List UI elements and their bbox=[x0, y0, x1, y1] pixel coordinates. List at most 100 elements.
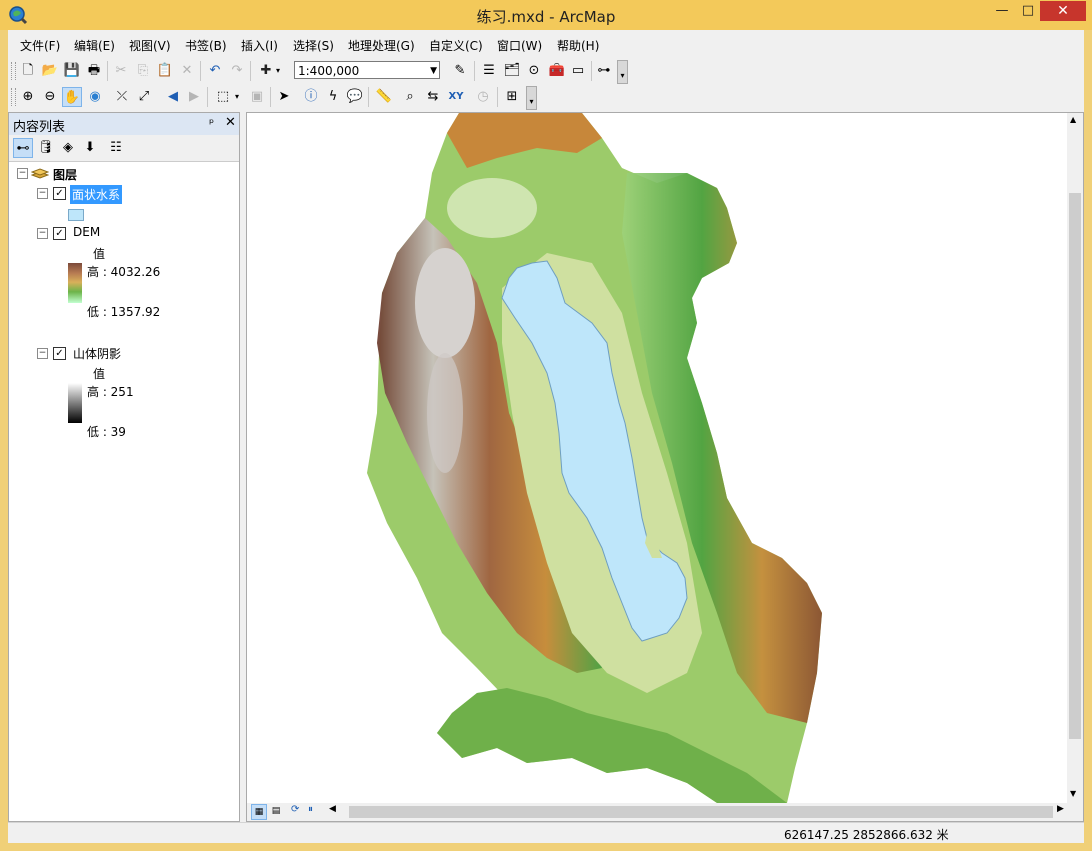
pin-icon[interactable]: ᵖ bbox=[209, 116, 214, 130]
pause-drawing-icon[interactable]: ⏸ bbox=[308, 804, 313, 815]
dem-color-ramp bbox=[68, 263, 82, 303]
open-folder-icon[interactable]: 📂 bbox=[40, 61, 60, 81]
dem-high-label: 高 : 4032.26 bbox=[87, 265, 161, 279]
select-elements-pointer-icon[interactable]: ➤ bbox=[274, 87, 294, 107]
dem-legend-title: 值 bbox=[93, 247, 106, 261]
save-icon[interactable]: 💾 bbox=[62, 61, 82, 81]
vertical-scroll-thumb[interactable] bbox=[1069, 193, 1081, 739]
html-popup-icon[interactable]: 💬 bbox=[345, 87, 365, 107]
collapse-layers-icon[interactable]: − bbox=[17, 168, 28, 179]
list-by-selection-icon[interactable]: ⬇ bbox=[80, 138, 100, 158]
go-to-xy-icon[interactable]: XY bbox=[446, 87, 466, 107]
list-by-visibility-icon[interactable]: ◈ bbox=[58, 138, 78, 158]
delete-icon[interactable]: ✕ bbox=[177, 61, 197, 81]
collapse-layer-icon[interactable]: − bbox=[37, 228, 48, 239]
toolbar-separator bbox=[250, 61, 251, 81]
python-window-icon[interactable]: ▭ bbox=[568, 61, 588, 81]
menu-edit[interactable]: 编辑(E) bbox=[74, 37, 115, 54]
toolbar-overflow-icon[interactable]: ▾ bbox=[617, 60, 628, 84]
select-features-dropdown-icon[interactable]: ▾ bbox=[232, 87, 242, 107]
layers-stack-icon bbox=[30, 166, 50, 180]
menu-file[interactable]: 文件(F) bbox=[20, 37, 60, 54]
application-client-area: 文件(F) 编辑(E) 视图(V) 书签(B) 插入(I) 选择(S) 地理处理… bbox=[8, 30, 1084, 843]
map-canvas[interactable] bbox=[247, 113, 1067, 803]
menu-windows[interactable]: 窗口(W) bbox=[497, 37, 542, 54]
map-display[interactable]: ▲ ▼ ▦ ▤ ⟳ ⏸ ◀ ▶ bbox=[246, 112, 1084, 822]
data-view-icon[interactable]: ▦ bbox=[251, 804, 267, 820]
toolbar-grip[interactable] bbox=[11, 62, 16, 80]
tools-toolbar: ⊕ ⊖ ✋ ◉ ⤫ ⤢ ◀ ▶ ⬚ ▾ ▣ ➤ ⓘ ϟ 💬 📏 ⌕ ⇆ XY ◷… bbox=[8, 84, 538, 110]
toolbar-separator bbox=[200, 61, 201, 81]
table-of-contents-window-icon[interactable]: ☰ bbox=[479, 61, 499, 81]
close-button[interactable]: ✕ bbox=[1040, 1, 1086, 21]
find-binoculars-icon[interactable]: ⌕ bbox=[400, 87, 420, 107]
vertical-scrollbar[interactable]: ▲ ▼ bbox=[1067, 113, 1083, 803]
layer-visibility-checkbox[interactable]: ✓ bbox=[53, 347, 66, 360]
menu-insert[interactable]: 插入(I) bbox=[241, 37, 278, 54]
hillshade-legend-title: 值 bbox=[93, 367, 106, 381]
create-viewer-window-icon[interactable]: ⊞ bbox=[502, 87, 522, 107]
print-icon[interactable]: 🖶 bbox=[84, 61, 104, 81]
editor-toolbar-icon[interactable]: ✎ bbox=[450, 61, 470, 81]
catalog-window-icon[interactable]: 🗂 bbox=[502, 61, 522, 81]
hyperlink-lightning-icon[interactable]: ϟ bbox=[323, 87, 343, 107]
select-features-icon[interactable]: ⬚ bbox=[213, 87, 233, 107]
layer-name-water[interactable]: 面状水系 bbox=[70, 185, 123, 204]
new-document-icon[interactable]: 🗋 bbox=[18, 61, 38, 81]
search-window-icon[interactable]: ⊙ bbox=[524, 61, 544, 81]
toc-options-icon[interactable]: ☷ bbox=[106, 138, 126, 158]
layer-name-hillshade[interactable]: 山体阴影 bbox=[73, 345, 121, 362]
list-by-drawing-order-icon[interactable]: ⊷ bbox=[13, 138, 33, 158]
fixed-zoom-out-icon[interactable]: ⤢ bbox=[134, 87, 154, 107]
clear-selection-icon[interactable]: ▣ bbox=[247, 87, 267, 107]
forward-arrow-icon[interactable]: ▶ bbox=[184, 87, 204, 107]
menu-bookmarks[interactable]: 书签(B) bbox=[185, 37, 227, 54]
layer-visibility-checkbox[interactable]: ✓ bbox=[53, 187, 66, 200]
toc-close-icon[interactable]: ✕ bbox=[225, 115, 236, 130]
cut-icon[interactable]: ✂ bbox=[111, 61, 131, 81]
measure-ruler-icon[interactable]: 📏 bbox=[374, 87, 394, 107]
toolbar-separator bbox=[107, 61, 108, 81]
paste-icon[interactable]: 📋 bbox=[155, 61, 175, 81]
horizontal-scroll-thumb[interactable] bbox=[349, 806, 1053, 818]
add-data-dropdown-icon[interactable]: ▾ bbox=[273, 61, 283, 81]
layer-name-dem[interactable]: DEM bbox=[73, 225, 100, 239]
time-slider-icon[interactable]: ◷ bbox=[473, 87, 493, 107]
coordinate-readout: 626147.25 2852866.632 米 bbox=[784, 828, 949, 842]
zoom-in-icon[interactable]: ⊕ bbox=[18, 87, 38, 107]
menu-selection[interactable]: 选择(S) bbox=[293, 37, 334, 54]
full-extent-globe-icon[interactable]: ◉ bbox=[85, 87, 105, 107]
menu-geoprocessing[interactable]: 地理处理(G) bbox=[348, 37, 415, 54]
map-scale-value: 1:400,000 bbox=[298, 64, 360, 78]
menu-view[interactable]: 视图(V) bbox=[129, 37, 171, 54]
copy-icon[interactable]: ⎘ bbox=[133, 61, 153, 81]
model-builder-icon[interactable]: ⊶ bbox=[594, 61, 614, 81]
find-route-icon[interactable]: ⇆ bbox=[423, 87, 443, 107]
scroll-down-icon[interactable]: ▼ bbox=[1070, 789, 1076, 798]
arctoolbox-icon[interactable]: 🧰 bbox=[547, 61, 567, 81]
redo-icon[interactable]: ↷ bbox=[227, 61, 247, 81]
pan-hand-icon[interactable]: ✋ bbox=[62, 87, 82, 107]
undo-icon[interactable]: ↶ bbox=[205, 61, 225, 81]
ridge-highlight bbox=[427, 353, 463, 473]
layer-visibility-checkbox[interactable]: ✓ bbox=[53, 227, 66, 240]
identify-icon[interactable]: ⓘ bbox=[301, 87, 321, 107]
back-arrow-icon[interactable]: ◀ bbox=[163, 87, 183, 107]
map-scale-select[interactable]: 1:400,000 ▼ bbox=[294, 61, 440, 79]
scroll-left-icon[interactable]: ◀ bbox=[329, 804, 336, 814]
scroll-up-icon[interactable]: ▲ bbox=[1070, 115, 1076, 124]
refresh-icon[interactable]: ⟳ bbox=[291, 804, 299, 815]
layout-view-icon[interactable]: ▤ bbox=[269, 804, 283, 818]
menu-customize[interactable]: 自定义(C) bbox=[429, 37, 483, 54]
menu-help[interactable]: 帮助(H) bbox=[557, 37, 599, 54]
toolbar-grip[interactable] bbox=[11, 88, 16, 106]
fixed-zoom-in-icon[interactable]: ⤫ bbox=[112, 87, 132, 107]
collapse-layer-icon[interactable]: − bbox=[37, 188, 48, 199]
zoom-out-icon[interactable]: ⊖ bbox=[40, 87, 60, 107]
list-by-source-icon[interactable]: 🛢 bbox=[36, 138, 56, 158]
toolbar-separator bbox=[207, 87, 208, 107]
toolbar-overflow-icon[interactable]: ▾ bbox=[526, 86, 537, 110]
layers-root-label[interactable]: 图层 bbox=[53, 166, 77, 183]
scroll-right-icon[interactable]: ▶ bbox=[1057, 804, 1064, 814]
collapse-layer-icon[interactable]: − bbox=[37, 348, 48, 359]
